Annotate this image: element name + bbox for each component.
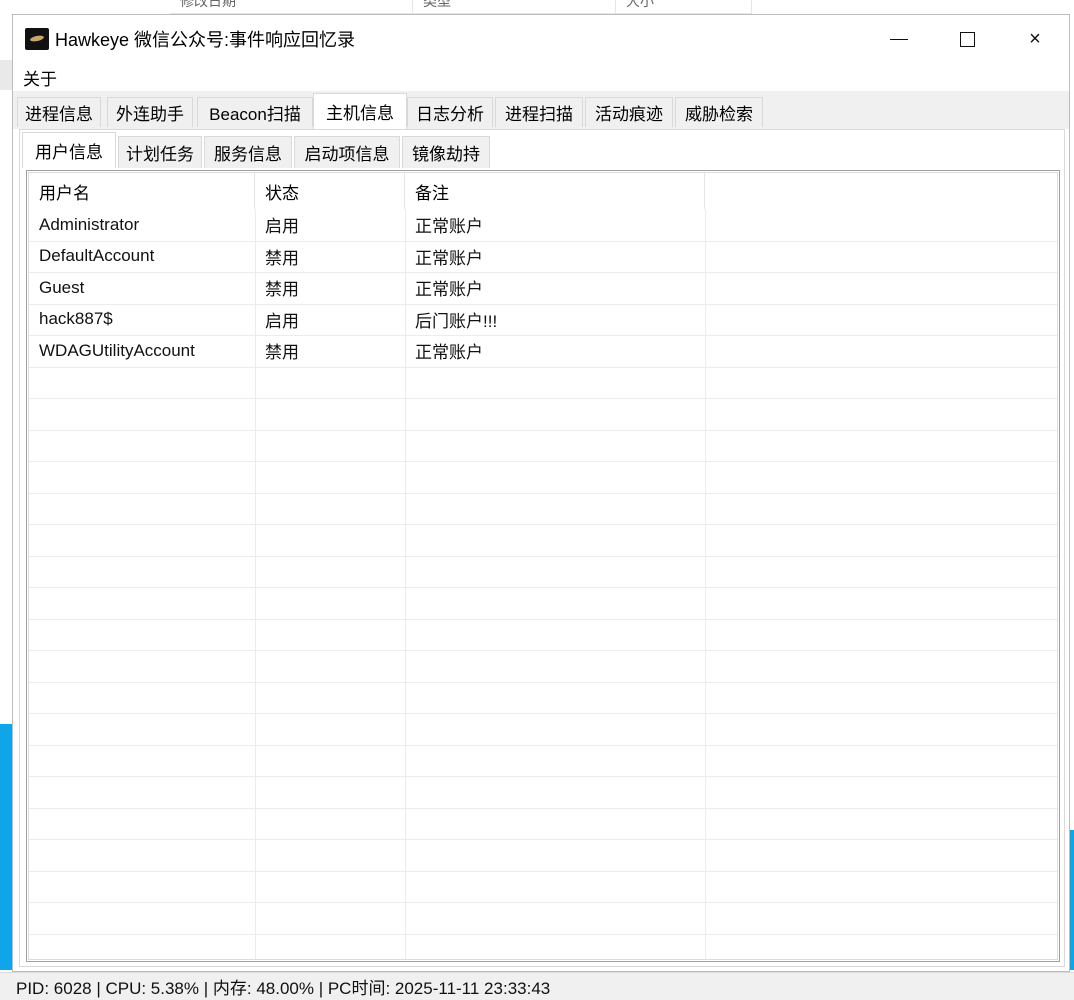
host-info-panel: 用户信息 计划任务 服务信息 启动项信息 镜像劫持 用户名 状态 备注 Admi… (19, 129, 1065, 967)
background-desktop-blue-right (1070, 830, 1074, 970)
table-row[interactable]: Guest 禁用 正常账户 (29, 272, 705, 304)
column-header-status[interactable]: 状态 (255, 173, 405, 209)
cell-remark: 正常账户 (415, 248, 483, 268)
subtab-service-info[interactable]: 服务信息 (204, 136, 292, 168)
subtab-startup-info[interactable]: 启动项信息 (294, 136, 400, 168)
tab-host-info[interactable]: 主机信息 (313, 93, 407, 129)
user-list[interactable]: 用户名 状态 备注 Administrator 启用 正常账户 DefaultA… (26, 170, 1060, 962)
background-explorer-header: 修改日期 类型 大小 (170, 0, 752, 14)
title-bar[interactable]: Hawkeye 微信公众号:事件响应回忆录 × (13, 15, 1069, 63)
subtab-scheduled-tasks[interactable]: 计划任务 (118, 136, 202, 168)
cell-status: 启用 (265, 217, 299, 237)
cell-status: 禁用 (265, 280, 299, 300)
window-controls: × (865, 15, 1069, 63)
bg-column-type: 类型 (413, 0, 616, 13)
cell-remark: 后门账户!!! (415, 311, 498, 331)
cell-status: 启用 (265, 311, 299, 331)
close-button[interactable]: × (1001, 15, 1069, 63)
menu-bar: 关于 (13, 63, 1069, 91)
column-header-remark[interactable]: 备注 (405, 173, 705, 209)
host-info-subtab-strip: 用户信息 计划任务 服务信息 启动项信息 镜像劫持 (20, 130, 1064, 168)
tab-log-analysis[interactable]: 日志分析 (407, 97, 493, 127)
user-list-header: 用户名 状态 备注 (29, 173, 1057, 209)
cell-remark: 正常账户 (415, 343, 483, 363)
cell-username: hack887$ (39, 309, 113, 329)
tab-threat-search[interactable]: 威胁检索 (675, 97, 763, 127)
close-icon: × (1029, 27, 1041, 50)
cell-remark: 正常账户 (415, 280, 483, 300)
cell-status: 禁用 (265, 248, 299, 268)
column-header-empty (705, 173, 1057, 209)
tab-beacon-scan[interactable]: Beacon扫描 (197, 97, 313, 127)
cell-username: WDAGUtilityAccount (39, 340, 195, 360)
maximize-icon (959, 31, 975, 47)
cell-username: Administrator (39, 214, 140, 234)
hawkeye-window: Hawkeye 微信公众号:事件响应回忆录 × 关于 进程信息 外连助手 Bea… (12, 14, 1070, 972)
main-tab-strip: 进程信息 外连助手 Beacon扫描 主机信息 日志分析 进程扫描 活动痕迹 威… (13, 91, 1069, 129)
cell-remark: 正常账户 (415, 217, 483, 237)
status-bar: PID: 6028 | CPU: 5.38% | 内存: 48.00% | PC… (0, 972, 1074, 1000)
tab-outbound-helper[interactable]: 外连助手 (107, 97, 193, 127)
bg-column-size: 大小 (616, 0, 752, 13)
maximize-button[interactable] (933, 15, 1001, 63)
minimize-button[interactable] (865, 15, 933, 63)
tab-activity-traces[interactable]: 活动痕迹 (585, 97, 673, 127)
background-window-edge (0, 60, 12, 90)
menu-item-about[interactable]: 关于 (13, 65, 67, 90)
tab-process-info[interactable]: 进程信息 (17, 97, 101, 127)
bg-column-modified: 修改日期 (170, 0, 413, 13)
cell-status: 禁用 (265, 343, 299, 363)
table-row[interactable]: DefaultAccount 禁用 正常账户 (29, 241, 705, 273)
table-row[interactable]: hack887$ 启用 后门账户!!! (29, 304, 705, 336)
window-title: Hawkeye 微信公众号:事件响应回忆录 (55, 30, 356, 50)
table-row[interactable]: WDAGUtilityAccount 禁用 正常账户 (29, 335, 705, 367)
tab-process-scan[interactable]: 进程扫描 (495, 97, 583, 127)
hawkeye-app-icon (25, 28, 49, 50)
subtab-user-info[interactable]: 用户信息 (22, 132, 116, 168)
table-row[interactable]: Administrator 启用 正常账户 (29, 209, 705, 241)
minimize-icon (890, 38, 908, 40)
cell-username: Guest (39, 277, 85, 297)
user-list-frame: 用户名 状态 备注 Administrator 启用 正常账户 DefaultA… (28, 172, 1058, 960)
column-header-username[interactable]: 用户名 (29, 173, 255, 209)
user-list-body: Administrator 启用 正常账户 DefaultAccount 禁用 … (29, 209, 1057, 959)
background-desktop-blue (0, 724, 12, 970)
cell-username: DefaultAccount (39, 246, 155, 266)
subtab-image-hijack[interactable]: 镜像劫持 (402, 136, 490, 168)
